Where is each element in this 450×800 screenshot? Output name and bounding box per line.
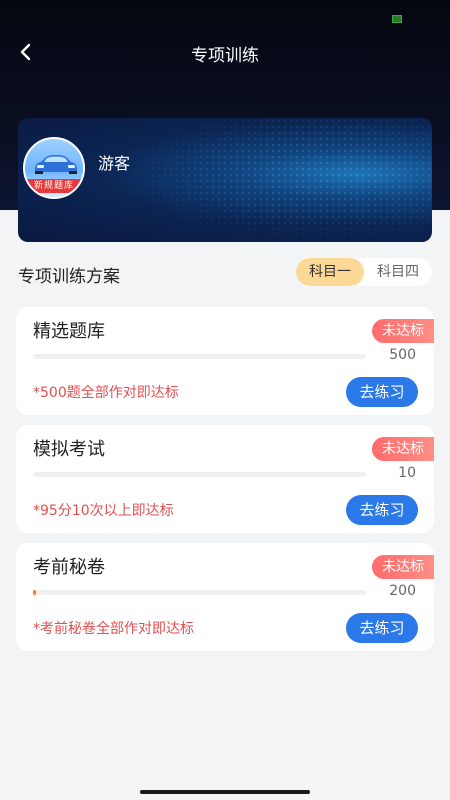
training-card: 模拟考试 未达标 10 *95分10次以上即达标 去练习 <box>16 425 434 533</box>
question-count: 10 <box>398 465 416 481</box>
card-title: 模拟考试 <box>33 439 105 460</box>
requirement-text: *考前秘卷全部作对即达标 <box>33 621 194 637</box>
progress-bar <box>33 472 366 477</box>
navigation-bar: 专项训练 <box>0 30 450 74</box>
subject-toggle: 科目一 科目四 <box>296 258 432 286</box>
page-title: 专项训练 <box>191 46 259 66</box>
avatar[interactable]: 新规题库 <box>23 137 85 199</box>
question-count: 500 <box>389 347 416 363</box>
training-card: 精选题库 未达标 500 *500题全部作对即达标 去练习 <box>16 307 434 415</box>
home-indicator <box>140 790 310 794</box>
training-card: 考前秘卷 未达标 200 *考前秘卷全部作对即达标 去练习 <box>16 543 434 651</box>
practice-button[interactable]: 去练习 <box>346 495 418 525</box>
plan-title: 专项训练方案 <box>18 267 120 287</box>
requirement-text: *95分10次以上即达标 <box>33 503 174 519</box>
status-bar <box>0 0 450 30</box>
banner-decoration <box>132 118 432 242</box>
card-title: 考前秘卷 <box>33 557 105 578</box>
battery-icon <box>392 15 402 23</box>
practice-button[interactable]: 去练习 <box>346 613 418 643</box>
status-badge: 未达标 <box>372 319 434 343</box>
question-count: 200 <box>389 583 416 599</box>
subject-tab-1[interactable]: 科目一 <box>296 258 364 286</box>
user-banner: 新规题库 游客 <box>18 118 432 242</box>
subject-tab-4[interactable]: 科目四 <box>364 258 432 286</box>
progress-bar <box>33 354 366 359</box>
avatar-tag: 新规题库 <box>25 179 83 193</box>
requirement-text: *500题全部作对即达标 <box>33 385 179 401</box>
car-icon <box>35 155 77 174</box>
status-badge: 未达标 <box>372 555 434 579</box>
progress-bar <box>33 590 366 595</box>
card-title: 精选题库 <box>33 321 105 342</box>
user-name: 游客 <box>98 154 131 173</box>
progress-fill <box>33 590 36 595</box>
practice-button[interactable]: 去练习 <box>346 377 418 407</box>
plan-header: 专项训练方案 科目一 科目四 <box>18 258 432 288</box>
status-badge: 未达标 <box>372 437 434 461</box>
